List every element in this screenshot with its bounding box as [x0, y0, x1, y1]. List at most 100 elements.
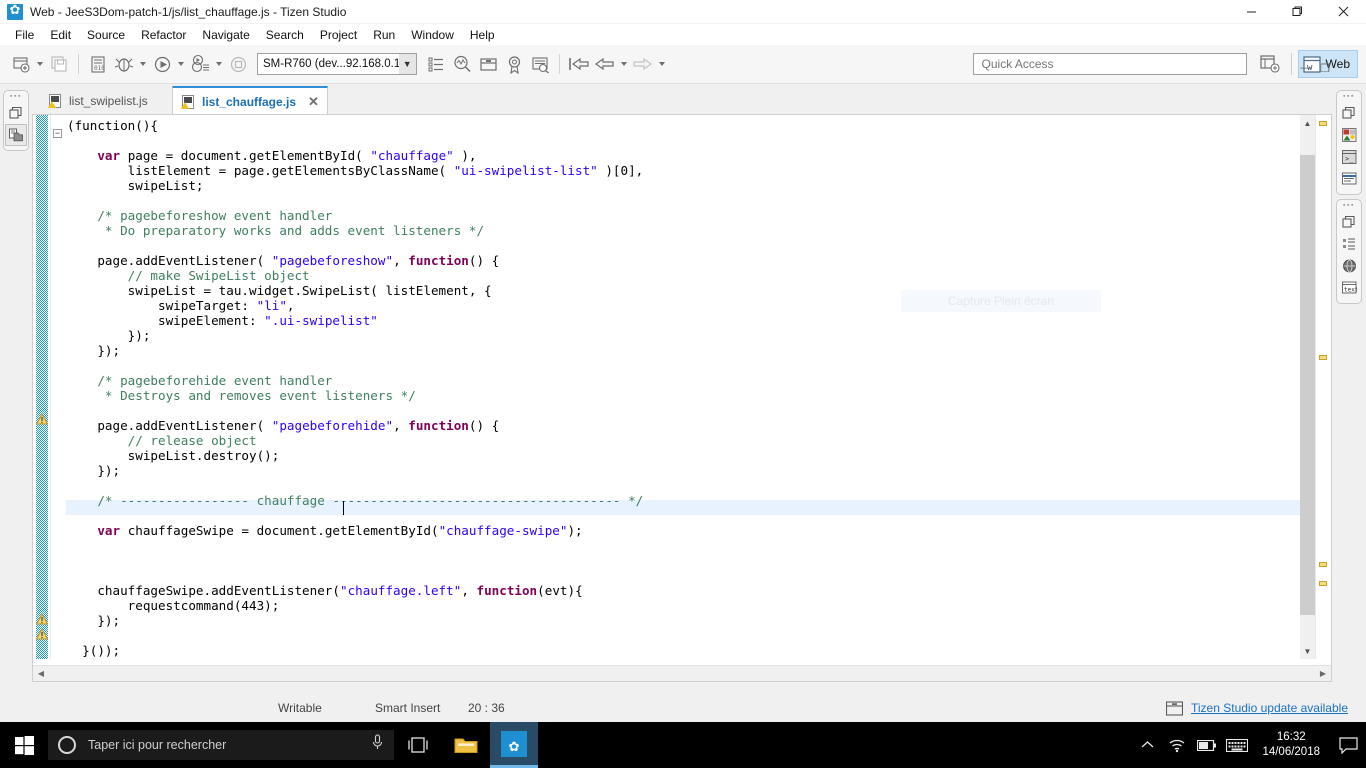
folding-column[interactable]: − [51, 115, 65, 659]
editor-tab-list-swipelist[interactable]: list_swipelist.js [40, 88, 156, 114]
status-bar: Writable Smart Insert 20 : 36 Tizen Stud… [0, 694, 1366, 722]
wifi-icon[interactable] [1162, 722, 1192, 768]
project-explorer-icon[interactable] [5, 124, 27, 146]
overview-ruler[interactable] [1315, 115, 1331, 659]
scroll-down-icon[interactable]: ▼ [1300, 643, 1315, 659]
keyboard-icon[interactable] [1222, 722, 1252, 768]
stop-icon[interactable] [225, 51, 251, 77]
taskbar-search-box[interactable]: Taper ici pour rechercher [48, 730, 394, 760]
code-line: * Destroys and removes event listeners *… [97, 388, 416, 403]
annotation-gutter[interactable] [33, 115, 51, 659]
editor-tab-list-chauffage[interactable]: list_chauffage.js ✕ [172, 86, 328, 116]
windows-start-icon[interactable] [0, 722, 48, 768]
connection-explorer-icon[interactable] [1338, 255, 1360, 277]
run-play-icon[interactable] [149, 51, 175, 77]
menu-bar: File Edit Source Refactor Navigate Searc… [0, 24, 1366, 45]
scroll-right-icon[interactable]: ▶ [1315, 666, 1331, 682]
new-icon[interactable] [8, 51, 34, 77]
menu-file[interactable]: File [7, 26, 42, 44]
task-view-icon[interactable] [394, 722, 442, 768]
taskbar-clock[interactable]: 16:32 14/06/2018 [1252, 730, 1330, 760]
windows-taskbar: Taper ici pour rechercher ✿ 16:32 14/06/… [0, 722, 1366, 768]
menu-navigate[interactable]: Navigate [194, 26, 257, 44]
run-dropdown-icon[interactable] [175, 51, 187, 77]
menu-help[interactable]: Help [462, 26, 503, 44]
maximize-button[interactable] [1274, 0, 1320, 24]
run-configurations-icon[interactable] [187, 51, 213, 77]
forward-dropdown-icon[interactable] [656, 51, 668, 77]
overview-warning-marker[interactable] [1319, 581, 1327, 586]
show-hidden-icons-icon[interactable] [1132, 722, 1162, 768]
profile-search-icon[interactable] [449, 51, 475, 77]
taskbar-item-tizen-studio[interactable]: ✿ [490, 722, 538, 768]
certificate-icon[interactable] [501, 51, 527, 77]
scroll-up-icon[interactable]: ▲ [1300, 115, 1315, 131]
drag-handle-dots[interactable]: ▪▪▪ [10, 93, 22, 100]
status-update-area[interactable]: Tizen Studio update available [1166, 700, 1348, 716]
code-content[interactable]: (function(){ var page = document.getElem… [67, 115, 1307, 659]
close-icon[interactable]: ✕ [308, 94, 319, 110]
build-icon[interactable]: 010 [85, 51, 111, 77]
back-dropdown-icon[interactable] [618, 51, 630, 77]
notifications-icon[interactable] [1330, 722, 1366, 768]
menu-project[interactable]: Project [312, 26, 365, 44]
drag-handle-dots[interactable]: ▪▪▪ [1343, 93, 1355, 100]
battery-icon[interactable] [1192, 722, 1222, 768]
forward-arrow-icon[interactable] [630, 51, 656, 77]
cortana-circle-icon[interactable] [58, 736, 76, 754]
title-bar: Web - JeeS3Dom-patch-1/js/list_chauffage… [0, 0, 1366, 24]
editor-vertical-scrollbar[interactable]: ▲ ▼ [1300, 115, 1315, 659]
overview-warning-marker[interactable] [1319, 355, 1327, 360]
debug-bug-icon[interactable] [111, 51, 137, 77]
package-box-icon[interactable] [475, 51, 501, 77]
overview-warning-marker[interactable] [1319, 121, 1327, 126]
js-file-warning-icon [181, 94, 196, 110]
scroll-left-icon[interactable]: ◀ [33, 666, 49, 682]
microphone-icon[interactable] [371, 734, 384, 756]
menu-source[interactable]: Source [79, 26, 133, 44]
window-title: Web - JeeS3Dom-patch-1/js/list_chauffage… [30, 4, 347, 19]
maximize-icon[interactable]: ❐ [1320, 62, 1330, 75]
menu-edit[interactable]: Edit [42, 26, 79, 44]
scrollbar-thumb[interactable] [1300, 155, 1315, 615]
code-line: /* pagebeforeshow event handler [97, 208, 333, 223]
menu-window[interactable]: Window [403, 26, 462, 44]
restore-icon[interactable] [1338, 211, 1360, 233]
close-button[interactable] [1320, 0, 1366, 24]
minimize-icon[interactable]: — [1300, 62, 1311, 75]
palette-icon[interactable] [1338, 124, 1360, 146]
outline-list-icon[interactable] [423, 51, 449, 77]
back-arrow-icon[interactable] [592, 51, 618, 77]
log-search-icon[interactable] [527, 51, 553, 77]
debug-dropdown-icon[interactable] [137, 51, 149, 77]
editor-tab-label: list_swipelist.js [69, 94, 148, 108]
menu-search[interactable]: Search [258, 26, 312, 44]
quick-access-input[interactable] [979, 56, 1240, 72]
code-line: /* ----------------- chauffage ---------… [97, 493, 644, 508]
update-available-link[interactable]: Tizen Studio update available [1191, 701, 1348, 715]
save-all-icon[interactable] [46, 51, 72, 77]
source-editor[interactable]: − (function(){ var page = document.getEl… [32, 114, 1332, 682]
menu-refactor[interactable]: Refactor [133, 26, 194, 44]
text-view-icon[interactable]: text [1338, 277, 1360, 299]
restore-icon[interactable] [5, 102, 27, 124]
tizen-studio-window: Web - JeeS3Dom-patch-1/js/list_chauffage… [0, 0, 1366, 768]
drag-handle-dots[interactable]: ▪▪▪ [1343, 202, 1355, 209]
editor-horizontal-scrollbar[interactable]: ◀ ▶ [33, 665, 1331, 681]
new-dropdown-icon[interactable] [34, 51, 46, 77]
run-configurations-dropdown-icon[interactable] [213, 51, 225, 77]
properties-icon[interactable] [1338, 168, 1360, 190]
outline-icon[interactable] [1338, 233, 1360, 255]
device-selector[interactable]: SM-R760 (dev...92.168.0.10) ▼ [257, 53, 417, 75]
file-explorer-icon[interactable] [442, 722, 490, 768]
device-selector-dropdown-icon[interactable]: ▼ [398, 54, 416, 74]
console-icon[interactable]: >_ [1338, 146, 1360, 168]
restore-icon[interactable] [1338, 102, 1360, 124]
quick-access-box[interactable] [972, 53, 1247, 75]
back-to-start-arrow-icon[interactable] [566, 51, 592, 77]
fold-collapse-icon[interactable]: − [53, 129, 62, 138]
minimize-button[interactable] [1228, 0, 1274, 24]
overview-warning-marker[interactable] [1319, 562, 1327, 567]
open-perspective-icon[interactable] [1257, 51, 1285, 77]
menu-run[interactable]: Run [365, 26, 403, 44]
